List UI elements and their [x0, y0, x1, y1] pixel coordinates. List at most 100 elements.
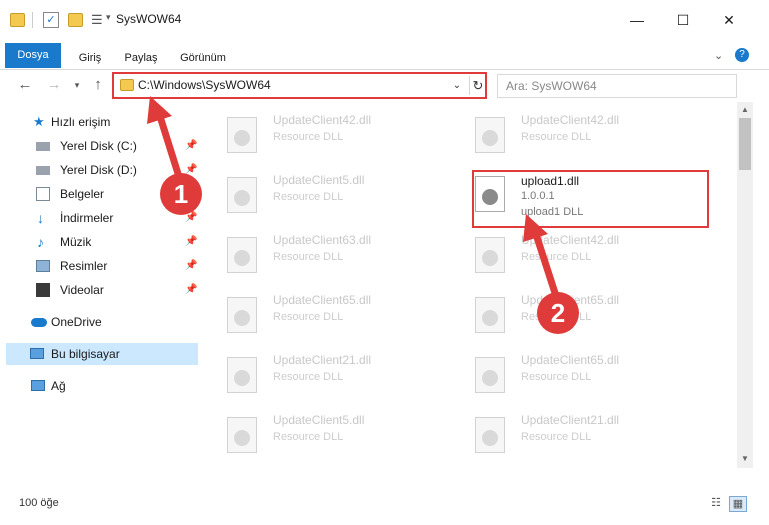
sidebar-item-this-pc[interactable]: Bu bilgisayar: [6, 343, 198, 365]
search-placeholder: Ara: SysWOW64: [506, 79, 597, 93]
file-item[interactable]: UpdateClient65.dll Resource DLL: [475, 353, 700, 401]
pin-icon[interactable]: 📌: [185, 279, 197, 301]
scroll-up-arrow[interactable]: ▲: [737, 103, 753, 117]
address-path[interactable]: C:\Windows\SysWOW64: [138, 78, 271, 92]
film-icon: [36, 283, 50, 297]
tab-share[interactable]: Paylaş: [118, 48, 164, 68]
sidebar-item-label: OneDrive: [51, 315, 102, 329]
file-item[interactable]: UpdateClient42.dll Resource DLL: [475, 233, 700, 281]
sidebar-item-label: Videolar: [60, 283, 104, 297]
pin-icon[interactable]: 📌: [185, 255, 197, 277]
back-button[interactable]: ←: [16, 76, 34, 94]
sidebar-item-onedrive[interactable]: OneDrive: [0, 311, 200, 333]
file-item[interactable]: UpdateClient63.dll Resource DLL: [227, 233, 452, 281]
drive-icon: [36, 142, 50, 151]
scrollbar-thumb[interactable]: [739, 118, 751, 170]
sidebar-item-label: İndirmeler: [60, 211, 114, 225]
expand-ribbon-icon[interactable]: ⌄: [714, 49, 723, 62]
close-button[interactable]: ✕: [709, 8, 749, 32]
file-name: UpdateClient5.dll: [273, 413, 365, 427]
dll-file-icon: [227, 117, 257, 153]
sidebar-item-label: Yerel Disk (C:): [60, 139, 137, 153]
file-name: UpdateClient65.dll: [273, 293, 372, 307]
dll-file-icon: [475, 357, 505, 393]
minimize-button[interactable]: —: [617, 8, 657, 32]
file-description: Resource DLL: [521, 431, 592, 443]
file-item[interactable]: UpdateClient21.dll Resource DLL: [475, 413, 700, 461]
file-description: Resource DLL: [273, 251, 344, 263]
file-description: Resource DLL: [273, 191, 344, 203]
highlight-box: [472, 170, 709, 228]
sidebar-item-label: Müzik: [60, 235, 92, 249]
file-item[interactable]: UpdateClient5.dll Resource DLL: [227, 173, 452, 221]
tab-home[interactable]: Giriş: [70, 48, 110, 68]
tiles-view-icon[interactable]: ▦: [729, 496, 747, 512]
file-name: UpdateClient42.dll: [273, 113, 372, 127]
sidebar-item-label: Belgeler: [60, 187, 105, 201]
recent-locations-icon[interactable]: ▾: [68, 76, 86, 94]
dll-file-icon: [227, 177, 257, 213]
help-icon[interactable]: ?: [735, 48, 749, 62]
file-description: Resource DLL: [273, 431, 344, 443]
forward-button[interactable]: →: [45, 76, 63, 94]
file-item[interactable]: UpdateClient65.dll Resource DLL: [475, 293, 700, 341]
file-name: UpdateClient5.dll: [273, 173, 365, 187]
sidebar-item-label: Hızlı erişim: [51, 115, 111, 129]
dll-file-icon: [227, 357, 257, 393]
tab-file[interactable]: Dosya: [5, 43, 61, 68]
step-badge-2: 2: [537, 292, 579, 334]
dll-file-icon: [227, 237, 257, 273]
address-bar[interactable]: C:\Windows\SysWOW64 ⌄ ↻: [112, 72, 487, 99]
download-arrow-icon: ↓: [37, 210, 44, 226]
file-item[interactable]: UpdateClient21.dll Resource DLL: [227, 353, 452, 401]
dll-file-icon: [227, 297, 257, 333]
pin-icon[interactable]: 📌: [185, 135, 197, 157]
pin-icon[interactable]: 📌: [185, 231, 197, 253]
file-item[interactable]: UpdateClient65.dll Resource DLL: [227, 293, 452, 341]
file-description: Resource DLL: [273, 131, 344, 143]
sidebar-item-network[interactable]: Ağ: [0, 375, 200, 397]
cloud-icon: [31, 318, 47, 327]
file-item[interactable]: UpdateClient42.dll Resource DLL: [227, 113, 452, 161]
search-input[interactable]: Ara: SysWOW64: [497, 74, 737, 98]
up-button[interactable]: ↑: [89, 76, 107, 94]
maximize-button[interactable]: ☐: [663, 8, 703, 32]
refresh-button[interactable]: ↻: [469, 76, 486, 95]
folder-icon: [120, 79, 134, 91]
sidebar-item-music[interactable]: ♪ Müzik 📌: [0, 231, 200, 253]
dll-file-icon: [475, 117, 505, 153]
sidebar-item-label: Ağ: [51, 379, 66, 393]
picture-icon: [36, 260, 50, 272]
music-note-icon: ♪: [37, 234, 44, 250]
scroll-down-arrow[interactable]: ▼: [737, 452, 753, 466]
dll-file-icon: [475, 417, 505, 453]
file-description: Resource DLL: [521, 251, 592, 263]
properties-check-icon[interactable]: ✓: [43, 12, 59, 28]
file-description: Resource DLL: [521, 371, 592, 383]
sidebar-item-disk-c[interactable]: Yerel Disk (C:) 📌: [0, 135, 200, 157]
sidebar-item-label: Resimler: [60, 259, 108, 273]
file-name: UpdateClient42.dll: [521, 233, 620, 247]
details-view-icon[interactable]: ☷: [707, 496, 725, 512]
dll-file-icon: [227, 417, 257, 453]
sidebar-item-quick-access[interactable]: ★ Hızlı erişim: [0, 111, 200, 133]
chevron-down-icon[interactable]: ▾: [106, 12, 111, 23]
file-description: Resource DLL: [273, 311, 344, 323]
dll-file-icon: [475, 237, 505, 273]
status-item-count: 100 öğe: [19, 497, 59, 509]
file-item[interactable]: UpdateClient42.dll Resource DLL: [475, 113, 700, 161]
folder-icon: [10, 13, 25, 27]
sidebar-item-pictures[interactable]: Resimler 📌: [0, 255, 200, 277]
sidebar-item-label: Yerel Disk (D:): [60, 163, 137, 177]
customize-toolbar-icon[interactable]: ☰: [91, 12, 107, 28]
tab-view[interactable]: Görünüm: [170, 48, 236, 68]
separator: [32, 12, 33, 28]
sidebar-item-videos[interactable]: Videolar 📌: [0, 279, 200, 301]
new-folder-icon[interactable]: [68, 13, 83, 27]
file-name: UpdateClient21.dll: [521, 413, 620, 427]
chevron-down-icon[interactable]: ⌄: [449, 76, 465, 95]
file-item[interactable]: UpdateClient5.dll Resource DLL: [227, 413, 452, 461]
file-description: Resource DLL: [273, 371, 344, 383]
step-badge-1: 1: [160, 173, 202, 215]
file-name: UpdateClient63.dll: [273, 233, 372, 247]
